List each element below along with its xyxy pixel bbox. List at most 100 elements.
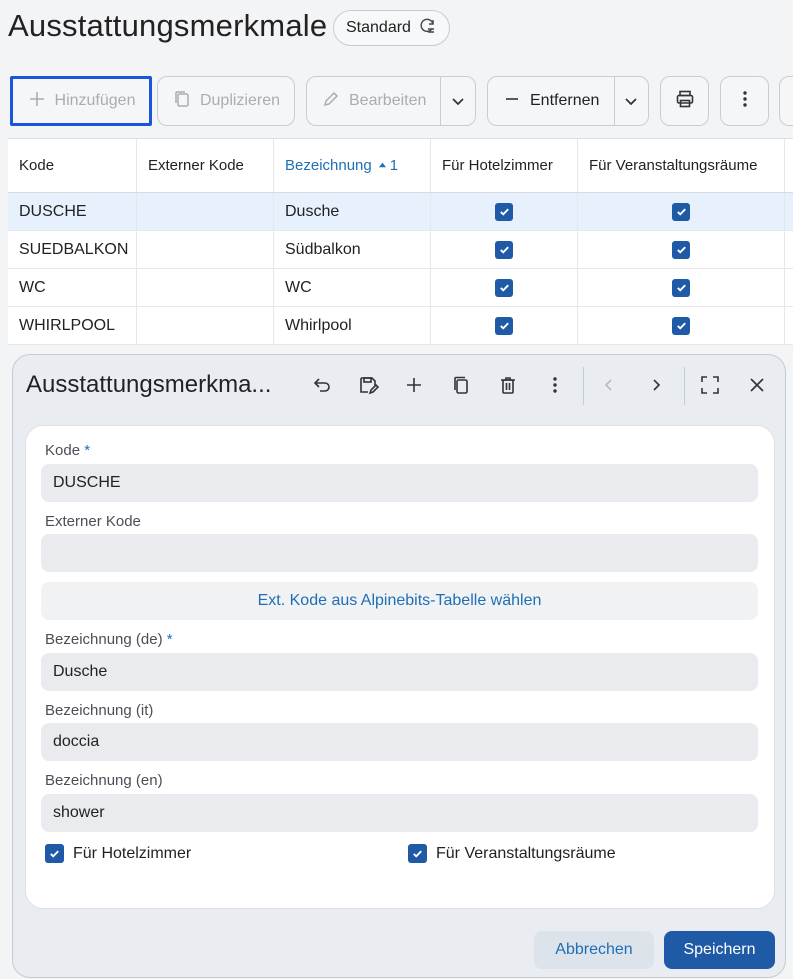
column-header-bezeichnung[interactable]: Bezeichnung 1: [274, 139, 431, 192]
minus-icon: [502, 89, 522, 114]
sort-ascending-icon: [378, 157, 387, 174]
bezeichnung-en-label: Bezeichnung (en): [45, 772, 163, 789]
chevron-down-icon[interactable]: [621, 91, 641, 116]
cell-hotelzimmer[interactable]: [431, 307, 578, 344]
table-row[interactable]: WHIRLPOOL Whirlpool: [8, 307, 793, 345]
checkbox-checked-icon[interactable]: [672, 240, 690, 259]
split-divider: [614, 77, 615, 125]
chevron-right-icon[interactable]: [641, 370, 671, 400]
cell-externer-kode: [137, 269, 274, 306]
externer-kode-label: Externer Kode: [45, 513, 141, 530]
cell-hotelzimmer[interactable]: [431, 231, 578, 268]
toolbar-divider: [583, 367, 584, 405]
kode-field[interactable]: DUSCHE: [41, 464, 758, 502]
column-header-hotelzimmer[interactable]: Für Hotelzimmer: [431, 139, 578, 192]
remove-split-button: Entfernen: [487, 76, 649, 126]
dialog-title: Ausstattungsmerkma...: [26, 371, 272, 398]
cell-externer-kode: [137, 307, 274, 344]
cell-kode: SUEDBALKON: [8, 231, 137, 268]
cell-veranstaltungsraeume[interactable]: [578, 269, 785, 306]
add-button-label: Hinzufügen: [54, 92, 136, 109]
duplicate-button[interactable]: Duplizieren: [157, 76, 295, 126]
edit-dialog: Ausstattungsmerkma... Kode * DUSCHE Exte…: [12, 354, 786, 978]
checkbox-checked-icon[interactable]: [495, 202, 513, 221]
view-switch-icon: [417, 16, 437, 41]
trash-icon[interactable]: [493, 370, 523, 400]
view-chip-label: Standard: [346, 19, 411, 36]
split-divider: [440, 77, 441, 125]
choose-ext-code-button[interactable]: Ext. Kode aus Alpinebits-Tabelle wählen: [41, 582, 758, 620]
toolbar-divider: [684, 367, 685, 405]
column-header-bezeichnung-label: Bezeichnung: [285, 157, 372, 174]
save-edit-icon[interactable]: [353, 370, 383, 400]
printer-icon: [675, 89, 695, 114]
externer-kode-field[interactable]: [41, 534, 758, 572]
plus-icon[interactable]: [399, 370, 429, 400]
add-button[interactable]: Hinzufügen: [10, 76, 152, 126]
checkbox-checked-icon[interactable]: [672, 202, 690, 221]
checkbox-checked-icon[interactable]: [45, 844, 64, 863]
cell-kode: WHIRLPOOL: [8, 307, 137, 344]
checkbox-checked-icon[interactable]: [495, 240, 513, 259]
cell-bezeichnung: Südbalkon: [274, 231, 431, 268]
cell-hotelzimmer[interactable]: [431, 269, 578, 306]
kode-label: Kode *: [45, 442, 91, 459]
page-title: Ausstattungsmerkmale: [8, 8, 328, 43]
more-vertical-icon[interactable]: [540, 370, 570, 400]
data-grid: Kode Externer Kode Bezeichnung 1 Für Hot…: [8, 138, 793, 345]
table-row[interactable]: SUEDBALKON Südbalkon: [8, 231, 793, 269]
chevron-down-icon[interactable]: [448, 91, 468, 116]
pencil-icon: [321, 89, 341, 114]
more-options-button[interactable]: [720, 76, 769, 126]
column-header-kode[interactable]: Kode: [8, 139, 137, 192]
cell-hotelzimmer[interactable]: [431, 193, 578, 230]
edit-split-button: Bearbeiten: [306, 76, 476, 126]
cell-bezeichnung: WC: [274, 269, 431, 306]
table-row[interactable]: DUSCHE Dusche: [8, 193, 793, 231]
column-header-veranstaltungsraeume[interactable]: Für Veranstaltungsräume: [578, 139, 785, 192]
checkbox-checked-icon[interactable]: [495, 316, 513, 335]
cancel-button[interactable]: Abbrechen: [534, 931, 654, 969]
copy-icon[interactable]: [446, 370, 476, 400]
bezeichnung-it-field[interactable]: doccia: [41, 723, 758, 761]
bezeichnung-en-field[interactable]: shower: [41, 794, 758, 832]
bezeichnung-de-field[interactable]: Dusche: [41, 653, 758, 691]
grid-header: Kode Externer Kode Bezeichnung 1 Für Hot…: [8, 139, 793, 193]
fullscreen-icon[interactable]: [695, 370, 725, 400]
overflow-button[interactable]: [779, 76, 793, 126]
cell-bezeichnung: Whirlpool: [274, 307, 431, 344]
view-selector-chip[interactable]: Standard: [333, 10, 450, 46]
cell-veranstaltungsraeume[interactable]: [578, 307, 785, 344]
checkbox-checked-icon[interactable]: [408, 844, 427, 863]
bezeichnung-it-label: Bezeichnung (it): [45, 702, 154, 719]
cell-veranstaltungsraeume[interactable]: [578, 193, 785, 230]
edit-button-label[interactable]: Bearbeiten: [349, 92, 426, 110]
sort-index: 1: [389, 157, 399, 174]
chevron-left-icon[interactable]: [594, 370, 624, 400]
form-card: Kode * DUSCHE Externer Kode Ext. Kode au…: [25, 425, 775, 909]
duplicate-button-label: Duplizieren: [199, 92, 281, 109]
cell-kode: DUSCHE: [8, 193, 137, 230]
close-icon[interactable]: [742, 370, 772, 400]
column-header-externer-kode[interactable]: Externer Kode: [137, 139, 274, 192]
cell-externer-kode: [137, 193, 274, 230]
save-button[interactable]: Speichern: [664, 931, 775, 969]
cell-kode: WC: [8, 269, 137, 306]
print-button[interactable]: [660, 76, 709, 126]
cell-bezeichnung: Dusche: [274, 193, 431, 230]
remove-button-label[interactable]: Entfernen: [530, 92, 599, 110]
plus-icon: [27, 89, 47, 114]
table-row[interactable]: WC WC: [8, 269, 793, 307]
checkbox-checked-icon[interactable]: [672, 278, 690, 297]
bezeichnung-de-label: Bezeichnung (de) *: [45, 631, 173, 648]
undo-icon[interactable]: [306, 370, 336, 400]
checkbox-checked-icon[interactable]: [672, 316, 690, 335]
cell-veranstaltungsraeume[interactable]: [578, 231, 785, 268]
veranstaltungsraeume-checkbox-label: Für Veranstaltungsräume: [436, 844, 616, 862]
checkbox-checked-icon[interactable]: [495, 278, 513, 297]
hotelzimmer-checkbox-row[interactable]: Für Hotelzimmer: [45, 844, 191, 863]
hotelzimmer-checkbox-label: Für Hotelzimmer: [73, 844, 192, 862]
copy-icon: [172, 89, 192, 114]
veranstaltungsraeume-checkbox-row[interactable]: Für Veranstaltungsräume: [408, 844, 616, 863]
more-vertical-icon: [735, 89, 755, 114]
